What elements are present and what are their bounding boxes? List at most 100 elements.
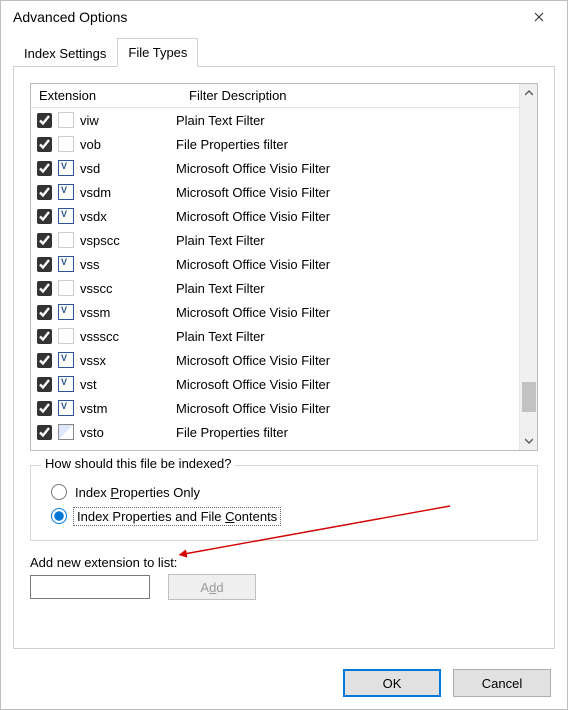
file-icon: [58, 232, 74, 248]
table-row[interactable]: vstmMicrosoft Office Visio Filter: [31, 396, 519, 420]
file-icon: [58, 352, 74, 368]
extension-checkbox[interactable]: [37, 185, 52, 200]
table-row[interactable]: vsdxMicrosoft Office Visio Filter: [31, 204, 519, 228]
file-icon: [58, 184, 74, 200]
radio-properties-only-row: Index Properties Only: [51, 484, 525, 500]
table-row[interactable]: vsdmMicrosoft Office Visio Filter: [31, 180, 519, 204]
scroll-track[interactable]: [520, 102, 538, 432]
extension-checkbox[interactable]: [37, 329, 52, 344]
extension-checkbox[interactable]: [37, 305, 52, 320]
dialog-footer: OK Cancel: [1, 657, 567, 709]
extension-checkbox[interactable]: [37, 377, 52, 392]
table-row[interactable]: viwPlain Text Filter: [31, 108, 519, 132]
description-cell: Plain Text Filter: [176, 281, 519, 296]
description-cell: Plain Text Filter: [176, 113, 519, 128]
window-title: Advanced Options: [13, 9, 519, 25]
scroll-down-button[interactable]: [520, 432, 538, 450]
extension-checkbox[interactable]: [37, 257, 52, 272]
extension-checkbox[interactable]: [37, 353, 52, 368]
group-legend: How should this file be indexed?: [41, 456, 235, 471]
radio-properties-contents-row: Index Properties and File Contents: [51, 508, 525, 524]
description-cell: Microsoft Office Visio Filter: [176, 209, 519, 224]
file-icon: [58, 208, 74, 224]
scroll-up-button[interactable]: [520, 84, 538, 102]
table-row[interactable]: vssMicrosoft Office Visio Filter: [31, 252, 519, 276]
file-icon: [58, 328, 74, 344]
extension-cell: vsscc: [80, 281, 176, 296]
file-icon: [58, 376, 74, 392]
extension-list: Extension Filter Description viwPlain Te…: [30, 83, 538, 451]
tab-file-types[interactable]: File Types: [117, 38, 198, 67]
add-extension-controls: Add: [30, 574, 538, 600]
indexing-mode-group: How should this file be indexed? Index P…: [30, 465, 538, 541]
extension-cell: vssm: [80, 305, 176, 320]
ok-button[interactable]: OK: [343, 669, 441, 697]
extension-cell: vspscc: [80, 233, 176, 248]
extension-checkbox[interactable]: [37, 401, 52, 416]
extension-checkbox[interactable]: [37, 113, 52, 128]
description-cell: Microsoft Office Visio Filter: [176, 185, 519, 200]
description-cell: Microsoft Office Visio Filter: [176, 161, 519, 176]
file-icon: [58, 160, 74, 176]
dialog-window: Advanced Options Index Settings File Typ…: [0, 0, 568, 710]
extension-checkbox[interactable]: [37, 161, 52, 176]
tab-index-settings[interactable]: Index Settings: [13, 39, 117, 67]
radio-properties-contents[interactable]: [51, 508, 67, 524]
table-row[interactable]: vsssccPlain Text Filter: [31, 324, 519, 348]
description-cell: Microsoft Office Visio Filter: [176, 257, 519, 272]
table-row[interactable]: vstMicrosoft Office Visio Filter: [31, 372, 519, 396]
description-cell: Microsoft Office Visio Filter: [176, 377, 519, 392]
description-cell: Plain Text Filter: [176, 329, 519, 344]
vertical-scrollbar[interactable]: [519, 84, 537, 450]
extension-cell: vssscc: [80, 329, 176, 344]
table-row[interactable]: vobFile Properties filter: [31, 132, 519, 156]
new-extension-input[interactable]: [30, 575, 150, 599]
list-rows: viwPlain Text FiltervobFile Properties f…: [31, 108, 519, 444]
add-button[interactable]: Add: [168, 574, 256, 600]
extension-checkbox[interactable]: [37, 281, 52, 296]
scroll-thumb[interactable]: [522, 382, 536, 412]
extension-cell: vss: [80, 257, 176, 272]
file-icon: [58, 280, 74, 296]
radio-properties-only-label[interactable]: Index Properties Only: [75, 485, 200, 500]
title-bar: Advanced Options: [1, 1, 567, 33]
description-cell: Microsoft Office Visio Filter: [176, 305, 519, 320]
extension-cell: vsdm: [80, 185, 176, 200]
extension-cell: viw: [80, 113, 176, 128]
table-row[interactable]: vssxMicrosoft Office Visio Filter: [31, 348, 519, 372]
extension-checkbox[interactable]: [37, 233, 52, 248]
description-cell: File Properties filter: [176, 137, 519, 152]
file-icon: [58, 400, 74, 416]
chevron-down-icon: [525, 438, 533, 444]
file-icon: [58, 424, 74, 440]
extension-list-content: Extension Filter Description viwPlain Te…: [31, 84, 519, 450]
content-area: Index Settings File Types Extension Filt…: [1, 33, 567, 657]
close-button[interactable]: [519, 3, 559, 31]
close-icon: [534, 12, 544, 22]
file-icon: [58, 136, 74, 152]
extension-checkbox[interactable]: [37, 425, 52, 440]
extension-checkbox[interactable]: [37, 209, 52, 224]
file-icon: [58, 304, 74, 320]
add-extension-label: Add new extension to list:: [30, 555, 538, 570]
tab-strip: Index Settings File Types: [13, 37, 555, 67]
extension-cell: vsd: [80, 161, 176, 176]
table-row[interactable]: vssmMicrosoft Office Visio Filter: [31, 300, 519, 324]
file-icon: [58, 112, 74, 128]
table-row[interactable]: vstoFile Properties filter: [31, 420, 519, 444]
extension-cell: vssx: [80, 353, 176, 368]
extension-cell: vstm: [80, 401, 176, 416]
radio-properties-contents-label[interactable]: Index Properties and File Contents: [75, 509, 279, 524]
table-row[interactable]: vspsccPlain Text Filter: [31, 228, 519, 252]
radio-properties-only[interactable]: [51, 484, 67, 500]
description-cell: Microsoft Office Visio Filter: [176, 401, 519, 416]
column-header-description[interactable]: Filter Description: [181, 84, 519, 107]
column-header-extension[interactable]: Extension: [31, 84, 181, 107]
extension-checkbox[interactable]: [37, 137, 52, 152]
table-row[interactable]: vssccPlain Text Filter: [31, 276, 519, 300]
extension-cell: vsto: [80, 425, 176, 440]
file-icon: [58, 256, 74, 272]
cancel-button[interactable]: Cancel: [453, 669, 551, 697]
description-cell: Microsoft Office Visio Filter: [176, 353, 519, 368]
table-row[interactable]: vsdMicrosoft Office Visio Filter: [31, 156, 519, 180]
